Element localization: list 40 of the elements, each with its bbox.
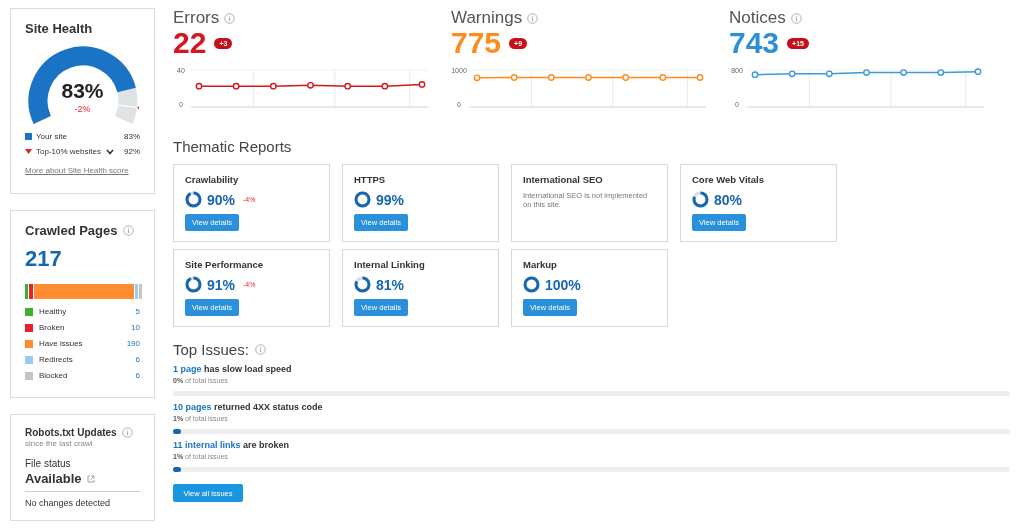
report-title: Markup <box>523 259 558 270</box>
section-title: Thematic Reports <box>173 138 292 155</box>
legend-label: Broken <box>39 323 66 332</box>
card-title: Robots.txt Updates <box>25 427 117 438</box>
legend-label: Healthy <box>39 307 68 316</box>
legend-label: Redirects <box>39 355 74 364</box>
report-score: 91% <box>207 276 236 293</box>
card-subtitle: since the last crawl <box>25 439 94 448</box>
score-change: -2% <box>74 104 91 114</box>
card-title: Crawled Pages <box>25 223 118 238</box>
issue-text: 11 internal links are broken <box>173 440 291 450</box>
report-title: Internal Linking <box>354 259 426 270</box>
metric-title: Warnings <box>451 8 523 28</box>
metric-title: Errors <box>173 8 220 28</box>
report-title: Crawlability <box>185 174 240 185</box>
score-value: 83% <box>61 79 104 103</box>
issue-text: 10 pages returned 4XX status code <box>173 402 324 412</box>
report-title: International SEO <box>523 174 604 185</box>
issue-text: 1 page has slow load speed <box>173 364 293 374</box>
legend-label: Have issues <box>39 339 84 348</box>
legend-label: Blocked <box>39 371 69 380</box>
status-message: No changes detected <box>25 498 112 508</box>
report-score: 80% <box>714 191 743 208</box>
report-score: 90% <box>207 191 236 208</box>
legend-label: Your site <box>36 132 68 141</box>
file-status: Available <box>25 471 82 486</box>
crawled-total: 217 <box>25 246 63 272</box>
report-title: Site Performance <box>185 259 265 270</box>
report-score: 99% <box>376 191 405 208</box>
legend-label: Top-10% websites <box>36 147 102 156</box>
section-title: Top Issues: <box>173 341 249 358</box>
legend-value: 92% <box>124 147 140 156</box>
report-score: 81% <box>376 276 405 293</box>
card-title: Site Health <box>25 21 94 36</box>
report-title: HTTPS <box>354 174 387 185</box>
report-score: 100% <box>545 276 581 293</box>
metric-title: Notices <box>729 8 786 28</box>
report-title: Core Web Vitals <box>692 174 765 185</box>
legend-value: 83% <box>124 132 140 141</box>
field-label: File status <box>25 458 72 469</box>
